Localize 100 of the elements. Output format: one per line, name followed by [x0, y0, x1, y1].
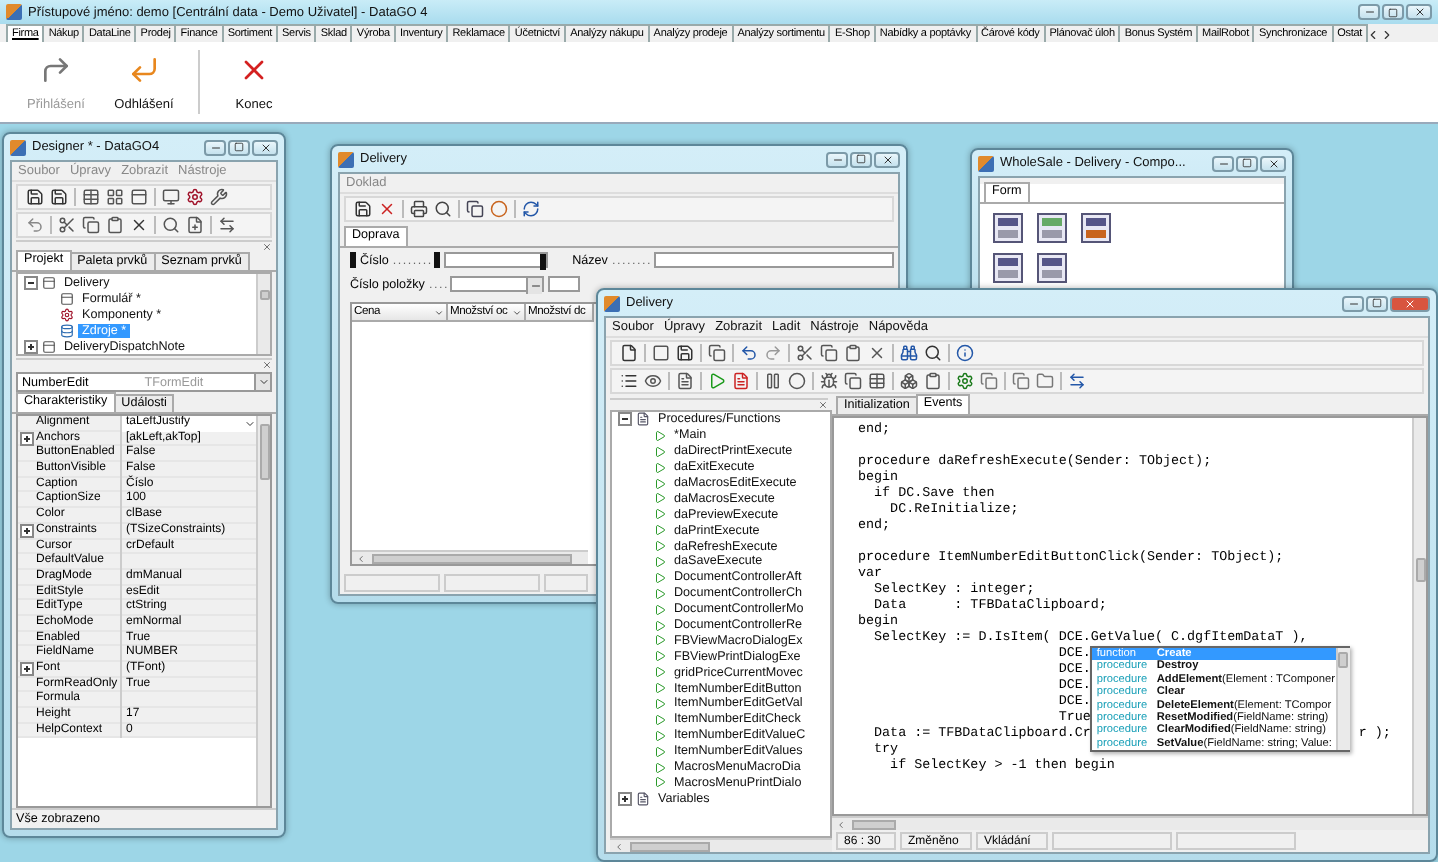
- minimize-button[interactable]: [1342, 295, 1364, 311]
- close-icon[interactable]: [881, 153, 893, 165]
- dropdown-icon[interactable]: [434, 307, 444, 317]
- save-icon[interactable]: [26, 188, 44, 206]
- save-icon[interactable]: [354, 200, 372, 218]
- component-icon[interactable]: [992, 212, 1024, 244]
- copy-icon[interactable]: [820, 344, 838, 362]
- clipboard-icon[interactable]: [924, 372, 942, 390]
- close-button[interactable]: [1406, 4, 1432, 20]
- expand-toggle-icon[interactable]: [20, 432, 34, 447]
- scrollbar-thumb[interactable]: [852, 819, 896, 829]
- arrows-icon[interactable]: [218, 216, 236, 234]
- boxes-icon[interactable]: [900, 372, 918, 390]
- table-icon[interactable]: [82, 188, 100, 206]
- input-field[interactable]: [548, 276, 581, 292]
- grid-icon[interactable]: [106, 188, 124, 206]
- minimize-button[interactable]: [204, 139, 226, 155]
- expand-toggle-icon[interactable]: [618, 412, 632, 427]
- folder-icon[interactable]: [1036, 372, 1054, 390]
- delete-icon[interactable]: [378, 200, 396, 218]
- binoculars-icon[interactable]: [900, 344, 918, 362]
- wrench-icon[interactable]: [210, 188, 228, 206]
- close-icon[interactable]: [259, 141, 271, 153]
- close-button[interactable]: [1260, 155, 1286, 171]
- dropdown-icon[interactable]: [257, 376, 269, 388]
- save-icon[interactable]: [676, 344, 694, 362]
- minimize-button[interactable]: [1212, 155, 1234, 171]
- minimize-button[interactable]: [826, 151, 848, 167]
- copy-icon[interactable]: [466, 200, 484, 218]
- document-icon[interactable]: [732, 372, 750, 390]
- scrollbar-thumb[interactable]: [630, 841, 710, 851]
- maximize-icon[interactable]: [1388, 7, 1398, 17]
- expand-toggle-icon[interactable]: [24, 339, 38, 353]
- scissors-icon[interactable]: [796, 344, 814, 362]
- maximize-button[interactable]: [228, 139, 250, 155]
- copy-icon[interactable]: [980, 372, 998, 390]
- vertical-scrollbar[interactable]: [256, 274, 270, 354]
- copy-icon[interactable]: [1012, 372, 1030, 390]
- maximize-button[interactable]: [1366, 295, 1388, 311]
- component-icon[interactable]: [992, 252, 1024, 284]
- delete-icon[interactable]: [130, 216, 148, 234]
- paste-icon[interactable]: [106, 216, 124, 234]
- input-field[interactable]: [450, 276, 545, 292]
- maximize-button[interactable]: [1236, 155, 1258, 171]
- horizontal-scrollbar[interactable]: [352, 550, 588, 564]
- gear-icon[interactable]: [956, 372, 974, 390]
- minimize-icon[interactable]: [1347, 297, 1359, 309]
- refresh-icon[interactable]: [522, 200, 540, 218]
- expand-toggle-icon[interactable]: [20, 662, 34, 677]
- paste-icon[interactable]: [844, 344, 862, 362]
- copy-icon[interactable]: [844, 372, 862, 390]
- maximize-button[interactable]: [1382, 4, 1404, 20]
- input-field[interactable]: [444, 252, 549, 268]
- square-icon[interactable]: [652, 344, 670, 362]
- close-button[interactable]: [252, 139, 278, 155]
- maximize-button[interactable]: [850, 151, 872, 167]
- maximize-icon[interactable]: [856, 154, 866, 164]
- component-icon[interactable]: [1036, 252, 1068, 284]
- undo-icon[interactable]: [26, 216, 44, 234]
- save-icon[interactable]: [50, 188, 68, 206]
- gear-icon[interactable]: [186, 188, 204, 206]
- delete-icon[interactable]: [868, 344, 886, 362]
- scissors-icon[interactable]: [58, 216, 76, 234]
- preview-icon[interactable]: [434, 200, 452, 218]
- form-icon[interactable]: [130, 188, 148, 206]
- component-icon[interactable]: [1080, 212, 1112, 244]
- horizontal-scrollbar[interactable]: [832, 816, 1428, 830]
- input-field[interactable]: [653, 252, 894, 268]
- vertical-scrollbar[interactable]: [256, 416, 270, 806]
- close-icon[interactable]: [1267, 157, 1279, 169]
- close-icon[interactable]: [1413, 6, 1425, 18]
- monitor-icon[interactable]: [162, 188, 180, 206]
- redo-icon[interactable]: [764, 344, 782, 362]
- new-file-icon[interactable]: [186, 216, 204, 234]
- scroll-left-icon[interactable]: [1366, 28, 1380, 42]
- arrow-icon[interactable]: [128, 53, 160, 85]
- help-icon[interactable]: [956, 344, 974, 362]
- list-icon[interactable]: [620, 372, 638, 390]
- play-icon[interactable]: [708, 372, 726, 390]
- component-icon[interactable]: [1036, 212, 1068, 244]
- maximize-icon[interactable]: [1242, 158, 1252, 168]
- circle-icon[interactable]: [490, 200, 508, 218]
- expand-toggle-icon[interactable]: [24, 275, 38, 289]
- view-icon[interactable]: [644, 372, 662, 390]
- bug-icon[interactable]: [820, 372, 838, 390]
- copy-icon[interactable]: [708, 344, 726, 362]
- record-icon[interactable]: [788, 372, 806, 390]
- table-icon[interactable]: [868, 372, 886, 390]
- dropdown-icon[interactable]: [244, 417, 256, 430]
- copy-icon[interactable]: [82, 216, 100, 234]
- document-icon[interactable]: [676, 372, 694, 390]
- maximize-icon[interactable]: [1372, 298, 1382, 308]
- scroll-right-icon[interactable]: [1380, 28, 1394, 42]
- search-icon[interactable]: [924, 344, 942, 362]
- minimize-icon[interactable]: [831, 153, 843, 165]
- dropdown-icon[interactable]: [512, 307, 522, 317]
- vertical-scrollbar[interactable]: [1412, 418, 1426, 814]
- expand-toggle-icon[interactable]: [20, 524, 34, 539]
- pause-icon[interactable]: [764, 372, 782, 390]
- close-button[interactable]: [874, 151, 900, 167]
